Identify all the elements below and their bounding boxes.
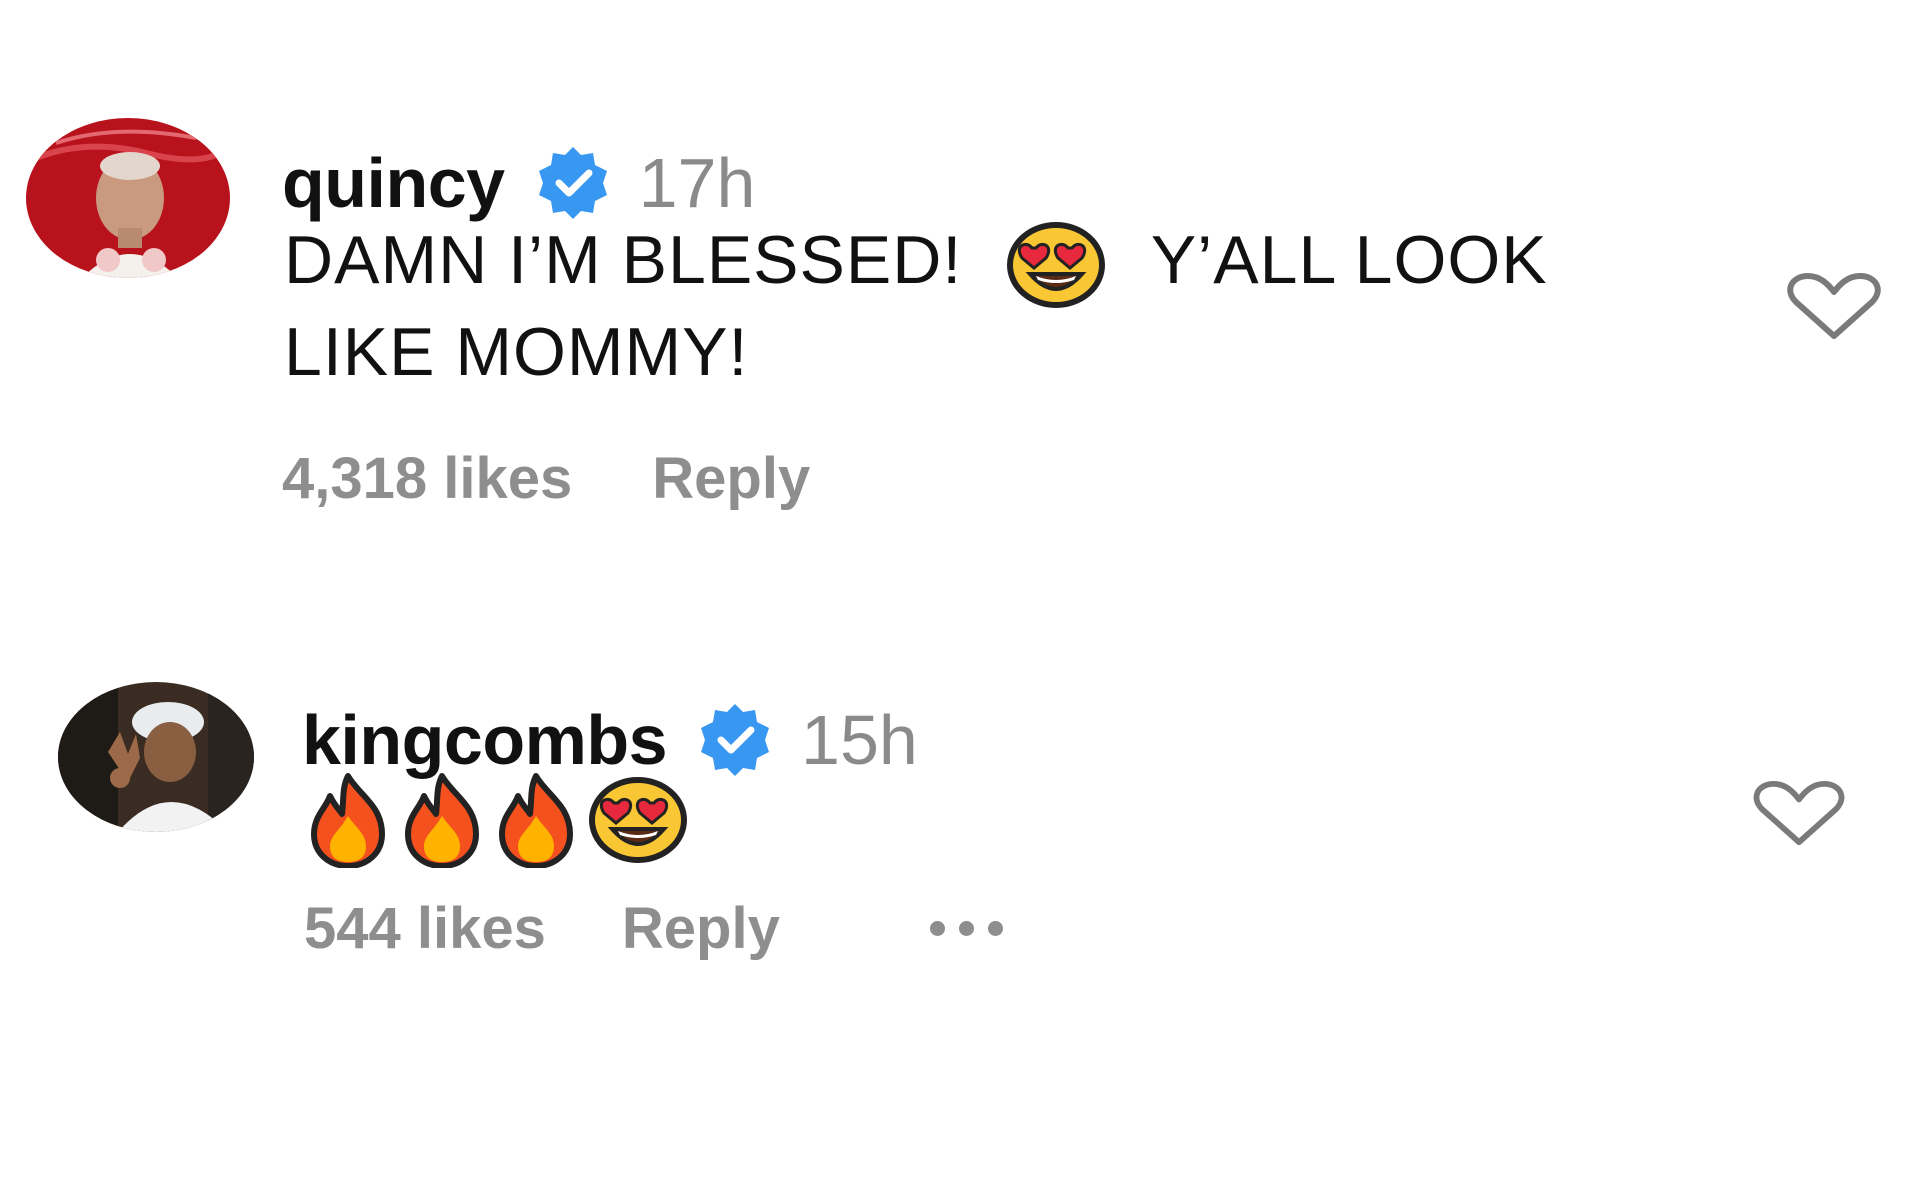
reply-button[interactable]: Reply (652, 445, 810, 512)
heart-eyes-emoji (1006, 222, 1106, 309)
comment-text (306, 772, 688, 868)
reply-button[interactable]: Reply (622, 895, 780, 962)
comment-text-part: Y’ALL LOOK (1150, 222, 1548, 298)
heart-outline-icon[interactable] (1784, 272, 1884, 342)
likes-count[interactable]: 4,318 likes (282, 445, 572, 512)
comment-text-part: LIKE MOMMY! (284, 314, 749, 391)
comments-panel: quincy 17h DAMN I’M BLESSED! Y’ALL LOOK … (0, 0, 1920, 1186)
heart-eyes-emoji (588, 777, 688, 863)
timestamp: 17h (638, 144, 756, 222)
timestamp: 15h (801, 701, 918, 779)
likes-count[interactable]: 544 likes (304, 895, 546, 962)
avatar[interactable] (26, 118, 230, 278)
fire-emoji (494, 772, 578, 868)
more-dots-icon[interactable] (929, 920, 1003, 936)
username[interactable]: kingcombs (302, 700, 668, 780)
comment-text-part: DAMN I’M BLESSED! (284, 222, 963, 298)
heart-outline-icon[interactable] (1750, 780, 1848, 848)
avatar-photo-quincy (26, 118, 230, 278)
verified-badge-icon (695, 700, 775, 780)
comment-meta: 544 likes Reply (304, 890, 1003, 966)
fire-emoji (400, 772, 484, 868)
avatar[interactable] (58, 682, 254, 832)
verified-badge-icon (533, 143, 613, 223)
comment-meta: 4,318 likes Reply (282, 440, 810, 516)
fire-emoji (306, 772, 390, 868)
comment-text: DAMN I’M BLESSED! Y’ALL LOOK LIKE MOMMY! (284, 216, 1744, 396)
username[interactable]: quincy (282, 143, 505, 223)
avatar-photo-kingcombs (58, 682, 254, 832)
